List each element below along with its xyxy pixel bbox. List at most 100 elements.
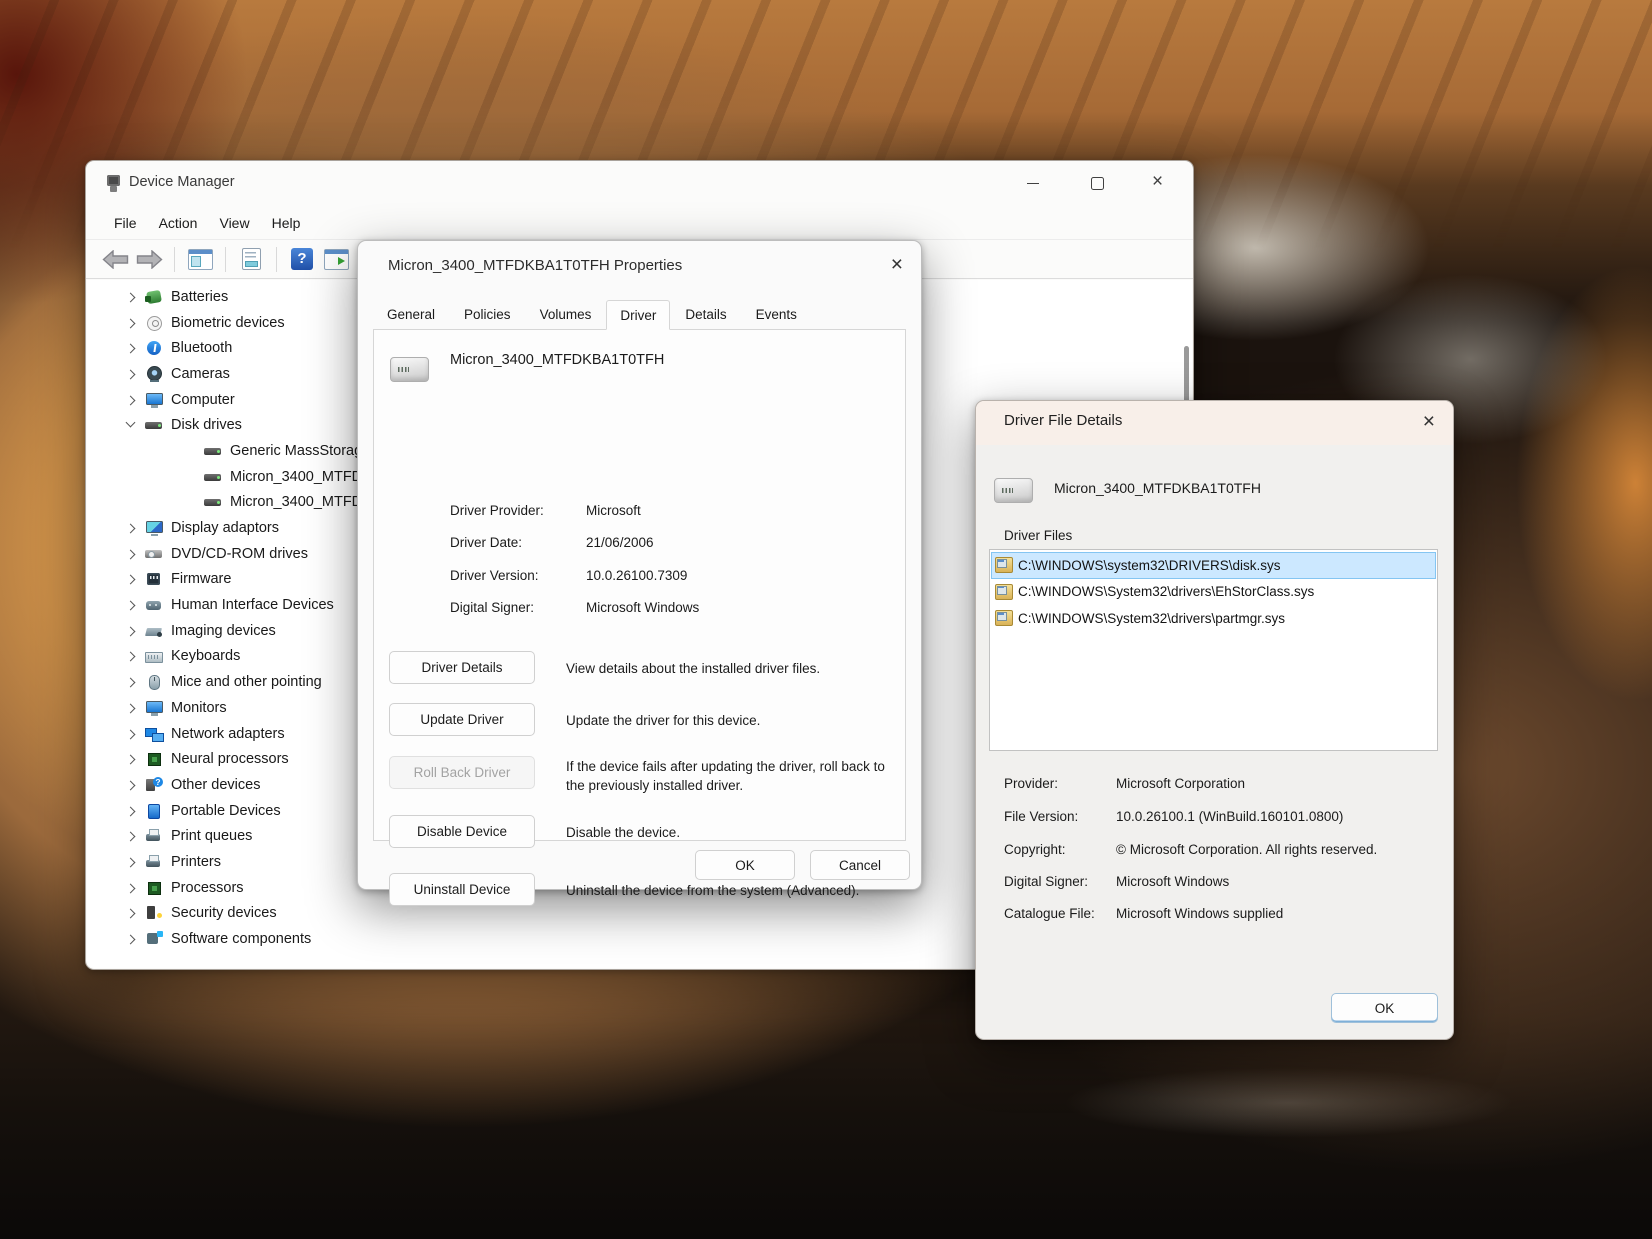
dialog-close-icon[interactable]: ×	[1423, 411, 1435, 432]
tree-item-label: Generic MassStorage	[230, 442, 371, 459]
close-button[interactable]: ×	[1129, 161, 1193, 206]
system-file-icon	[995, 583, 1013, 600]
system-file-icon	[995, 557, 1013, 574]
bluetooth-icon	[145, 340, 163, 356]
chevron-right-icon[interactable]	[123, 571, 139, 587]
battery-icon	[145, 289, 163, 305]
chevron-right-icon[interactable]	[123, 340, 139, 356]
field-value-provider: Microsoft Corporation	[1116, 776, 1246, 791]
tree-item-label: Mice and other pointing	[171, 674, 322, 691]
properties-button[interactable]	[234, 244, 268, 274]
chevron-right-icon[interactable]	[123, 623, 139, 639]
roll-back-driver-button[interactable]: Roll Back Driver	[389, 756, 535, 789]
drive-icon	[204, 469, 222, 485]
desktop: Device Manager × File Action View Help ?…	[0, 0, 1652, 1239]
tree-item-label: Imaging devices	[171, 622, 276, 639]
monitor-icon	[145, 392, 163, 408]
driver-details-button[interactable]: Driver Details	[389, 651, 535, 684]
update-driver-description: Update the driver for this device.	[566, 713, 761, 728]
tab-strip: General Policies Volumes Driver Details Event…	[373, 299, 812, 330]
disable-device-button[interactable]: Disable Device	[389, 815, 535, 848]
menu-file[interactable]: File	[103, 211, 148, 235]
action-window-button[interactable]	[319, 244, 353, 274]
driver-file-path: C:\WINDOWS\system32\DRIVERS\disk.sys	[1018, 557, 1281, 573]
firmware-icon	[145, 571, 163, 587]
tree-item-label: Batteries	[171, 288, 229, 305]
chevron-right-icon[interactable]	[123, 366, 139, 382]
field-label-driver-provider: Driver Provider:	[450, 503, 544, 518]
printer-icon	[145, 828, 163, 844]
tree-item-label: Computer	[171, 391, 235, 408]
tree-item-label: Printers	[171, 853, 221, 870]
tab-details[interactable]: Details	[671, 301, 740, 329]
chevron-right-icon[interactable]	[123, 828, 139, 844]
display-icon	[145, 520, 163, 537]
chevron-right-icon[interactable]	[123, 854, 139, 870]
field-label-provider: Provider:	[1004, 776, 1059, 791]
maximize-button[interactable]	[1065, 161, 1129, 206]
chevron-right-icon[interactable]	[123, 931, 139, 947]
toolbar-separator	[276, 246, 277, 272]
chevron-right-icon[interactable]	[123, 700, 139, 716]
chevron-right-icon[interactable]	[123, 648, 139, 664]
driver-details-description: View details about the installed driver …	[566, 661, 821, 676]
tree-item-label: Network adapters	[171, 725, 285, 742]
forward-icon	[136, 249, 163, 269]
chevron-right-icon[interactable]	[123, 597, 139, 613]
chevron-right-icon[interactable]	[123, 289, 139, 305]
chevron-right-icon[interactable]	[123, 520, 139, 536]
tab-policies[interactable]: Policies	[450, 301, 525, 329]
forward-button[interactable]	[132, 244, 166, 274]
cancel-button[interactable]: Cancel	[810, 850, 910, 880]
toolbar-separator	[174, 246, 175, 272]
menubar: File Action View Help	[86, 206, 1193, 239]
chevron-right-icon[interactable]	[123, 392, 139, 408]
update-driver-button[interactable]: Update Driver	[389, 703, 535, 736]
chevron-right-icon[interactable]	[123, 905, 139, 921]
chip-icon	[145, 751, 163, 767]
dialog-close-icon[interactable]: ×	[891, 254, 903, 275]
ok-button[interactable]: OK	[695, 850, 795, 880]
back-button[interactable]	[98, 244, 132, 274]
uninstall-device-button[interactable]: Uninstall Device	[389, 873, 535, 906]
chevron-down-icon[interactable]	[123, 417, 139, 433]
driver-file-item[interactable]: C:\WINDOWS\System32\drivers\partmgr.sys	[991, 605, 1436, 632]
menu-action[interactable]: Action	[148, 211, 209, 235]
show-console-tree-button[interactable]	[183, 244, 217, 274]
chevron-right-icon[interactable]	[123, 751, 139, 767]
menu-view[interactable]: View	[208, 211, 260, 235]
monitor-icon	[145, 700, 163, 716]
minimize-button[interactable]	[1001, 161, 1065, 206]
driver-file-details-dialog: Driver File Details × Micron_3400_MTFDKB…	[975, 400, 1454, 1040]
dialog-title: Micron_3400_MTFDKBA1T0TFH Properties	[388, 257, 683, 274]
help-button[interactable]: ?	[285, 244, 319, 274]
menu-help[interactable]: Help	[261, 211, 312, 235]
tab-general[interactable]: General	[373, 301, 449, 329]
chevron-right-icon[interactable]	[123, 777, 139, 793]
chevron-right-icon[interactable]	[123, 803, 139, 819]
tree-item-label: DVD/CD-ROM drives	[171, 545, 308, 562]
tree-item-label: Firmware	[171, 571, 232, 588]
device-manager-app-icon	[105, 174, 123, 193]
driver-file-item[interactable]: C:\WINDOWS\system32\DRIVERS\disk.sys	[991, 552, 1436, 579]
uninstall-device-description: Uninstall the device from the system (Ad…	[566, 883, 860, 898]
driver-file-item[interactable]: C:\WINDOWS\System32\drivers\EhStorClass.…	[991, 579, 1436, 606]
tab-events[interactable]: Events	[742, 301, 811, 329]
chevron-right-icon[interactable]	[123, 315, 139, 331]
field-label-driver-date: Driver Date:	[450, 535, 523, 550]
tree-item-label: Keyboards	[171, 648, 241, 665]
chevron-right-icon[interactable]	[123, 726, 139, 742]
drive-icon	[204, 443, 222, 459]
chevron-right-icon[interactable]	[123, 880, 139, 896]
dialog-title: Driver File Details	[1004, 412, 1123, 429]
security-icon	[145, 905, 163, 921]
tree-item-label: Cameras	[171, 365, 230, 382]
tab-driver[interactable]: Driver	[606, 300, 671, 330]
ok-button[interactable]: OK	[1331, 993, 1438, 1023]
tree-item-label: Biometric devices	[171, 314, 285, 331]
field-value-catalogue-file: Microsoft Windows supplied	[1116, 906, 1284, 921]
console-tree-icon	[187, 248, 213, 270]
chevron-right-icon[interactable]	[123, 546, 139, 562]
chevron-right-icon[interactable]	[123, 674, 139, 690]
tab-volumes[interactable]: Volumes	[526, 301, 606, 329]
